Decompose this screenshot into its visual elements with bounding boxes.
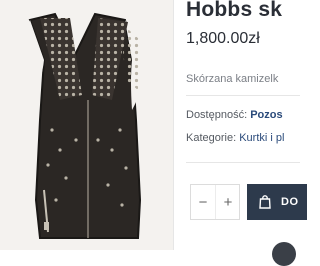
circle-button[interactable] [272,242,296,266]
categories-label: Kategorie: [186,132,237,144]
availability-label: Dostępność: [186,109,248,121]
product-image[interactable] [0,0,173,250]
availability-value: Pozos [250,109,283,121]
divider [173,0,174,250]
product-title: Hobbs sk [186,0,283,21]
availability: Dostępność: Pozos [186,109,283,121]
product-description: Skórzana kamizelk [186,73,279,85]
quantity-stepper: − + [190,184,240,220]
add-to-cart-label: DO [281,196,299,208]
shopping-bag-icon [259,195,271,209]
leather-vest-image [20,12,142,239]
quantity-decrease-button[interactable]: − [191,185,215,219]
divider [186,162,300,163]
quantity-increase-button[interactable]: + [216,185,240,219]
categories: Kategorie: Kurtki i pl [186,132,284,144]
category-link[interactable]: Kurtki i pl [239,132,284,144]
product-price: 1,800.00zł [186,30,260,47]
add-to-cart-button[interactable]: DO [247,184,307,220]
divider [186,95,300,96]
